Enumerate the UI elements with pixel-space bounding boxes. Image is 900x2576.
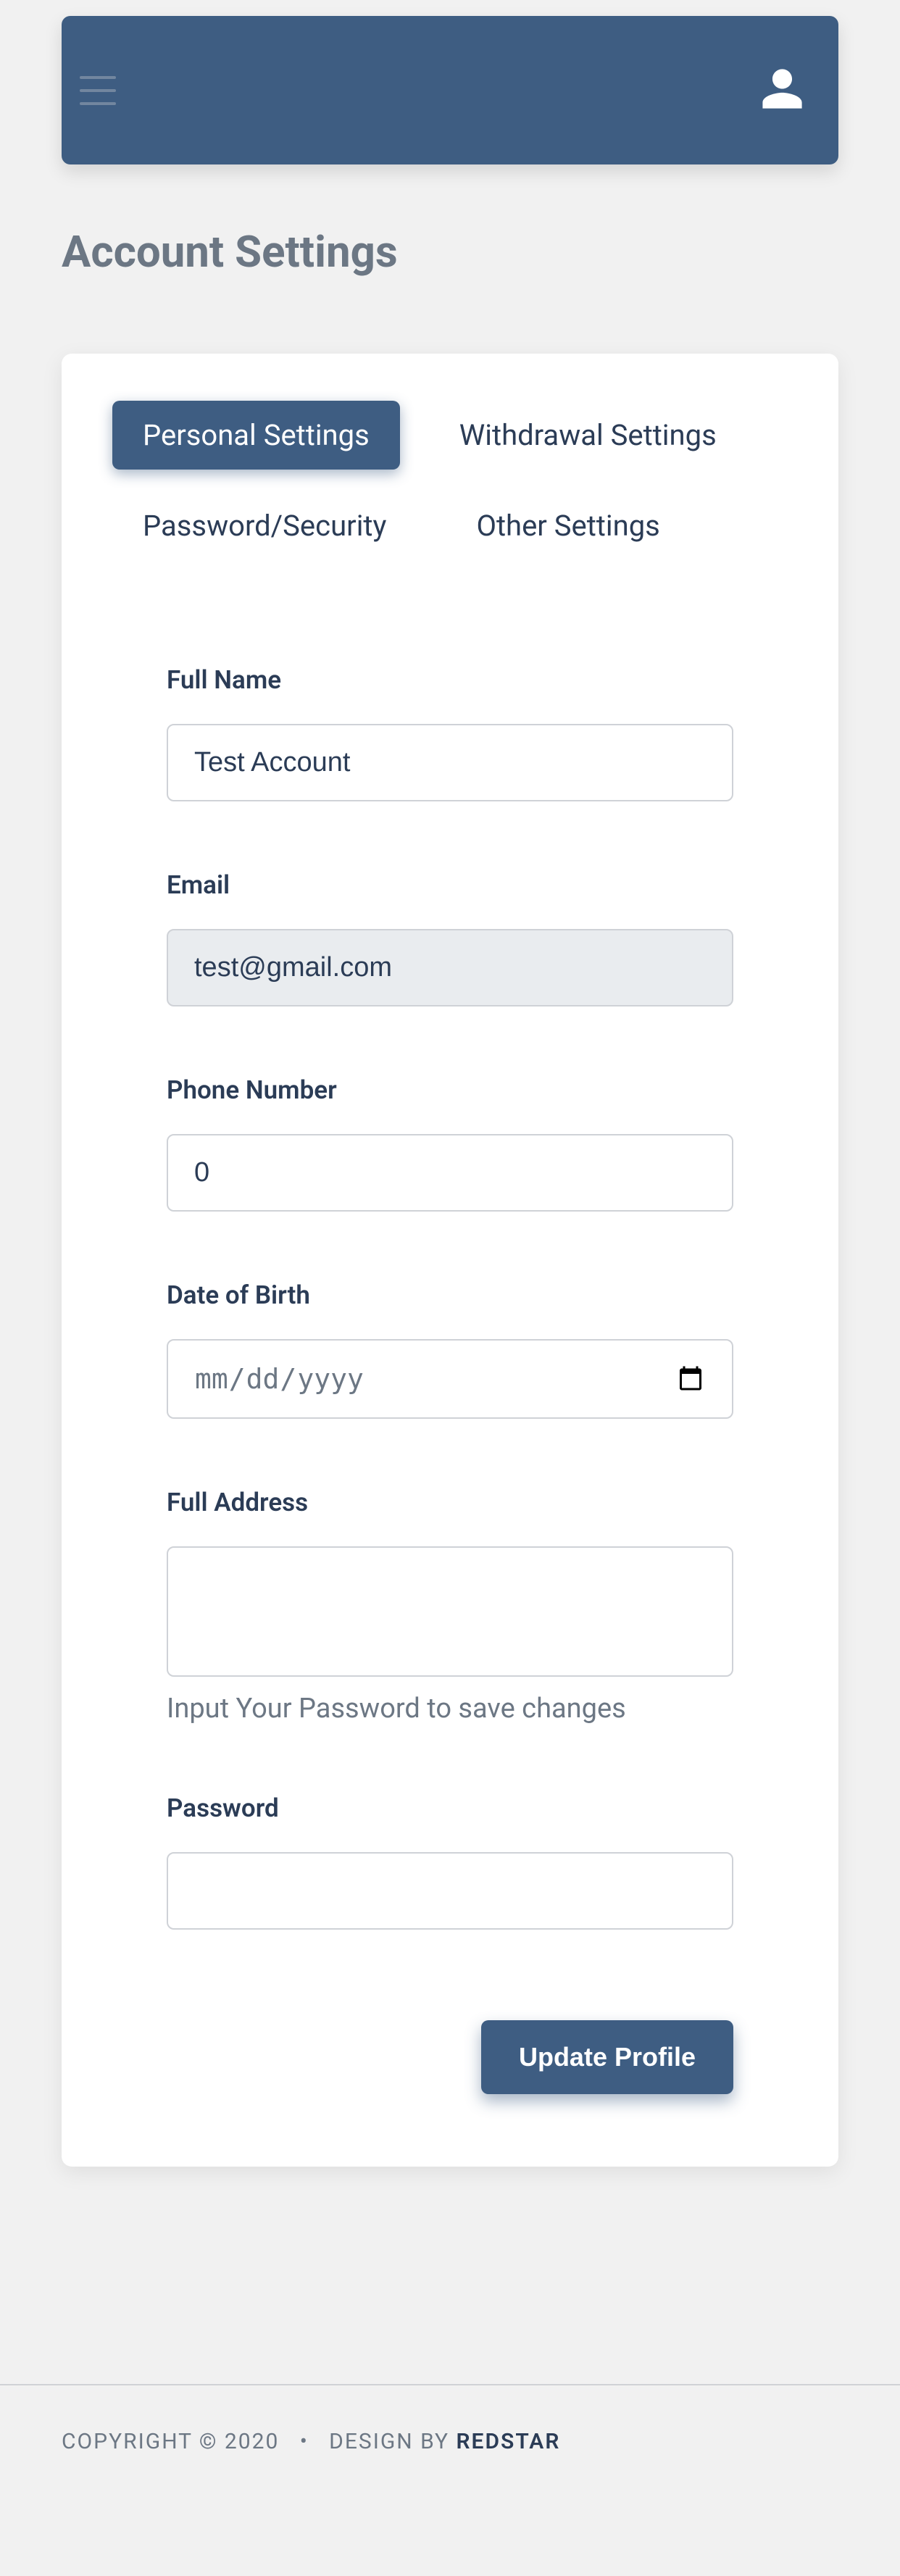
tabs: Personal Settings Withdrawal Settings Pa… <box>112 401 788 560</box>
user-icon[interactable] <box>759 65 806 115</box>
tab-other-settings[interactable]: Other Settings <box>446 491 690 560</box>
dob-label: Date of Birth <box>167 1280 733 1310</box>
footer-design-by: DESIGN BY <box>329 2429 456 2454</box>
footer-separator <box>0 2384 900 2385</box>
phone-label: Phone Number <box>167 1075 733 1105</box>
address-field[interactable] <box>167 1546 733 1677</box>
settings-card: Personal Settings Withdrawal Settings Pa… <box>62 354 838 2167</box>
page-title: Account Settings <box>62 226 838 278</box>
tab-personal-settings[interactable]: Personal Settings <box>112 401 400 470</box>
footer-brand[interactable]: REDSTAR <box>457 2429 561 2454</box>
footer-dot: • <box>300 2429 309 2454</box>
password-label: Password <box>167 1793 733 1823</box>
password-field[interactable] <box>167 1852 733 1930</box>
footer: COPYRIGHT © 2020 • DESIGN BY REDSTAR <box>0 2429 900 2498</box>
tab-withdrawal-settings[interactable]: Withdrawal Settings <box>429 401 747 470</box>
footer-copyright: COPYRIGHT © 2020 <box>62 2429 279 2454</box>
full-name-label: Full Name <box>167 665 733 695</box>
dob-field[interactable] <box>167 1339 733 1419</box>
hamburger-icon[interactable] <box>80 76 116 105</box>
address-label: Full Address <box>167 1488 733 1517</box>
form: Full Name Email Phone Number Date of Bir… <box>112 665 788 2094</box>
tab-password-security[interactable]: Password/Security <box>112 491 417 560</box>
email-field <box>167 929 733 1006</box>
phone-field[interactable] <box>167 1134 733 1212</box>
update-profile-button[interactable]: Update Profile <box>481 2020 733 2094</box>
full-name-field[interactable] <box>167 724 733 801</box>
topbar <box>62 16 838 164</box>
email-label: Email <box>167 870 733 900</box>
password-helper-text: Input Your Password to save changes <box>167 1693 733 1725</box>
